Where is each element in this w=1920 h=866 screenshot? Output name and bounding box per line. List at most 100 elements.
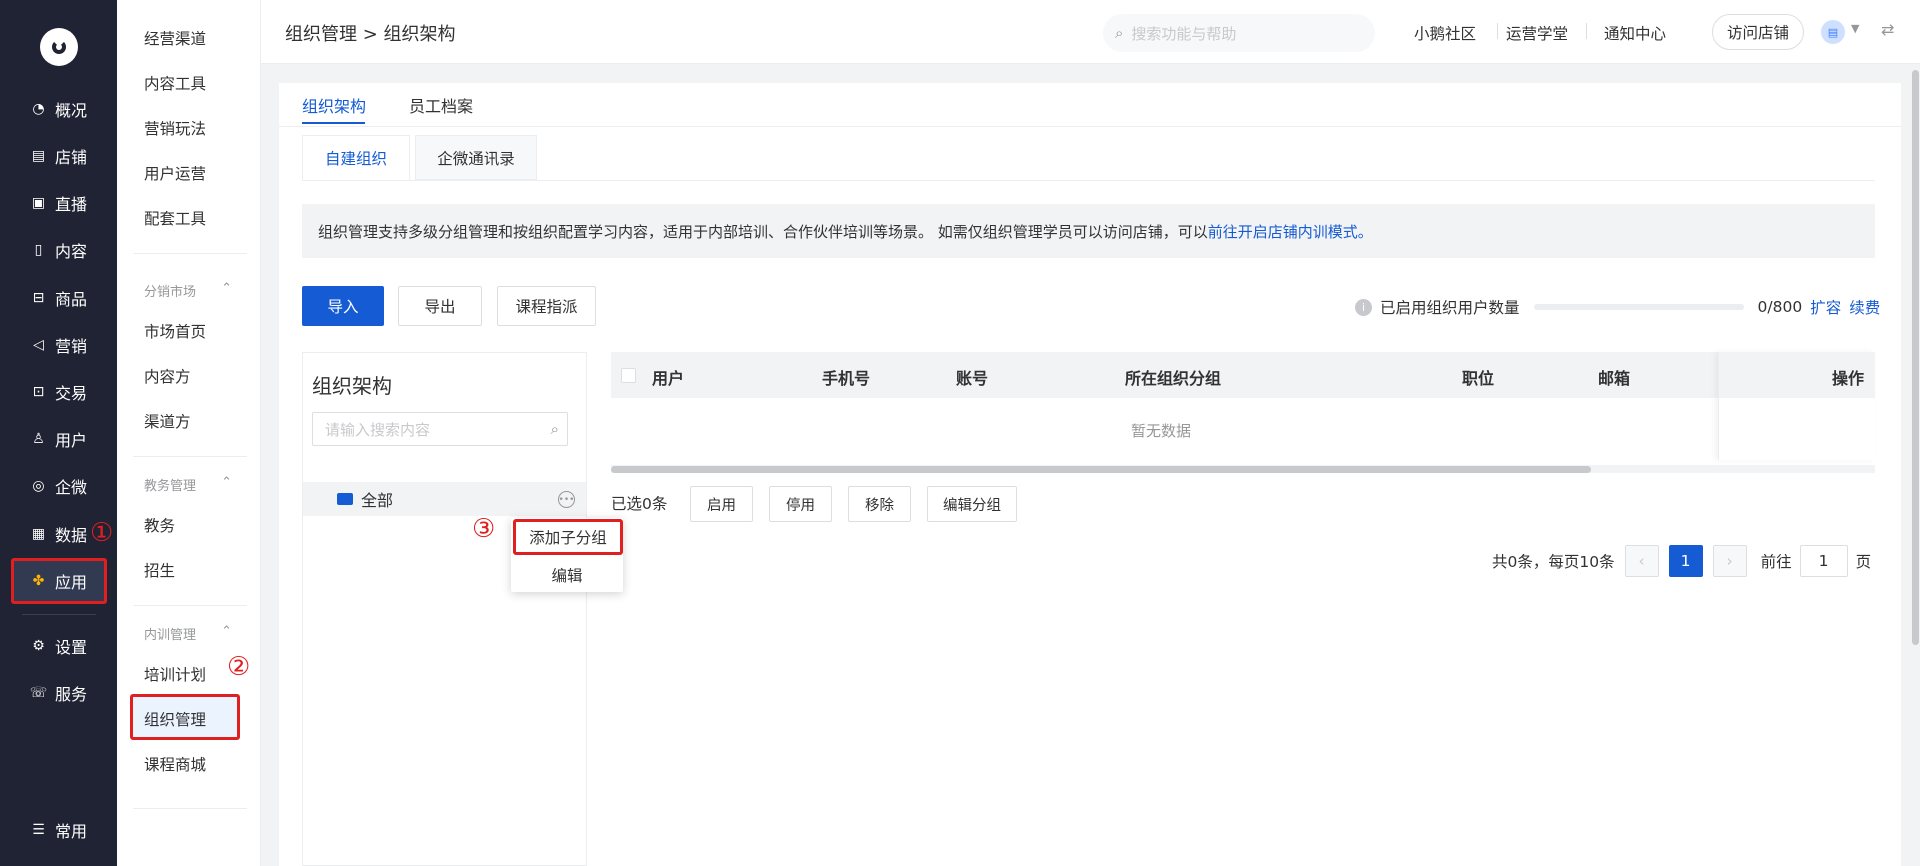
- export-button[interactable]: 导出: [398, 286, 482, 326]
- nav2-group-header[interactable]: 教务管理 ⌃: [144, 475, 232, 494]
- nav-item-trade[interactable]: ⊡ 交易: [30, 377, 114, 407]
- nav-item-apps[interactable]: ✤ 应用: [30, 566, 114, 596]
- nav-item-goods[interactable]: ⊟ 商品: [30, 283, 114, 313]
- column-header-position: 职位: [1462, 369, 1495, 388]
- nav-label: 概况: [55, 101, 88, 120]
- add-subgroup-menu-item[interactable]: 添加子分组: [513, 519, 623, 555]
- nav-label: 商品: [55, 290, 88, 309]
- tab-org-structure[interactable]: 组织架构: [302, 93, 366, 117]
- nav2-item[interactable]: 营销玩法: [144, 117, 206, 139]
- nav-label: 直播: [55, 195, 88, 214]
- nav-item-overview[interactable]: ◔ 概况: [30, 94, 114, 124]
- quota-label: 已启用组织用户数量: [1380, 299, 1520, 317]
- academy-link[interactable]: 运营学堂: [1506, 22, 1568, 44]
- assign-course-button[interactable]: 课程指派: [497, 286, 596, 326]
- search-icon: ⌕: [1115, 24, 1124, 42]
- nav-item-content[interactable]: ▯ 内容: [30, 235, 114, 265]
- nav2-item[interactable]: 市场首页: [144, 320, 206, 342]
- import-button[interactable]: 导入: [302, 286, 384, 326]
- next-page-button[interactable]: ›: [1712, 545, 1747, 577]
- table-scrollbar-thumb[interactable]: [611, 466, 1591, 473]
- nav2-item[interactable]: 招生: [144, 559, 175, 581]
- gear-icon: ⚙: [32, 638, 45, 654]
- search-input[interactable]: ⌕ 搜索功能与帮助: [1103, 14, 1375, 52]
- info-notice: 组织管理支持多级分组管理和按组织配置学习内容，适用于内部培训、合作伙伴培训等场景…: [302, 204, 1875, 258]
- nav2-item[interactable]: 内容方: [144, 365, 191, 387]
- nav2-group-header[interactable]: 内训管理 ⌃: [144, 624, 232, 643]
- nav-item-service[interactable]: ☏ 服务: [30, 678, 114, 708]
- selected-count: 已选0条: [611, 495, 668, 513]
- chart-pie-icon: ◔: [32, 101, 45, 117]
- more-options-icon[interactable]: •••: [558, 491, 575, 508]
- nav-label: 内容: [55, 242, 88, 261]
- nav2-item[interactable]: 内容工具: [144, 72, 206, 94]
- nav-item-store[interactable]: ▤ 店铺: [30, 141, 114, 171]
- enable-button[interactable]: 启用: [690, 486, 753, 522]
- quota-progress-bar: [1533, 304, 1744, 310]
- subtab-wecom-contacts[interactable]: 企微通讯录: [415, 135, 537, 180]
- search-icon: ⌕: [550, 420, 559, 438]
- switch-icon[interactable]: ⇄: [1881, 20, 1894, 39]
- nav2-item[interactable]: 用户运营: [144, 162, 206, 184]
- app-logo[interactable]: [40, 28, 78, 66]
- goto-page-input[interactable]: 1: [1799, 545, 1848, 577]
- nav2-item[interactable]: 配套工具: [144, 207, 206, 229]
- column-header-group: 所在组织分组: [1125, 369, 1222, 388]
- divider: [1586, 23, 1587, 39]
- nav-item-wecom[interactable]: ◎ 企微: [30, 471, 114, 501]
- column-header-actions: 操作: [1832, 369, 1865, 388]
- tree-search-input[interactable]: 请输入搜索内容 ⌕: [312, 412, 568, 446]
- expand-link[interactable]: 扩容: [1810, 296, 1841, 318]
- visit-store-button[interactable]: 访问店铺: [1712, 14, 1804, 50]
- tab-employee-records[interactable]: 员工档案: [409, 93, 473, 117]
- nav2-divider: [133, 253, 247, 254]
- community-link[interactable]: 小鹅社区: [1414, 22, 1476, 44]
- chevron-up-icon: ⌃: [221, 624, 232, 639]
- nav2-group-title: 内训管理: [144, 628, 197, 643]
- enable-training-mode-link[interactable]: 前往开启店铺内训模式。: [1208, 221, 1373, 242]
- list-icon: ☰: [32, 822, 45, 838]
- select-all-checkbox[interactable]: [621, 368, 636, 383]
- prev-page-button[interactable]: ‹: [1624, 545, 1659, 577]
- page-scrollbar-thumb[interactable]: [1912, 70, 1919, 645]
- nav2-group-header[interactable]: 分销市场 ⌃: [144, 281, 232, 300]
- nav-label: 用户: [55, 431, 88, 450]
- remove-button[interactable]: 移除: [848, 486, 911, 522]
- edit-menu-item[interactable]: 编辑: [511, 561, 623, 589]
- nav-label: 营销: [55, 337, 88, 356]
- nav2-item[interactable]: 课程商城: [144, 753, 206, 775]
- nav2-group-title: 分销市场: [144, 285, 197, 300]
- tab-divider: [279, 126, 1901, 127]
- nav2-item-active-label: 组织管理: [144, 711, 207, 729]
- renew-link[interactable]: 续费: [1849, 296, 1880, 318]
- page-number[interactable]: 1: [1668, 545, 1703, 577]
- tree-title: 组织架构: [312, 374, 392, 398]
- nav2-item[interactable]: 教务: [144, 514, 175, 536]
- megaphone-icon: ◁: [33, 337, 44, 353]
- step-marker-3: ③: [472, 514, 496, 544]
- tab-active-indicator: [302, 122, 365, 124]
- store-avatar[interactable]: ▤: [1821, 20, 1845, 44]
- tree-node-all[interactable]: 全部: [303, 482, 586, 516]
- nav2-item[interactable]: 经营渠道: [144, 27, 206, 49]
- notification-link[interactable]: 通知中心: [1604, 22, 1666, 44]
- nav2-item[interactable]: 培训计划: [144, 663, 206, 685]
- nav-item-users[interactable]: ♙ 用户: [30, 424, 114, 454]
- caret-down-icon[interactable]: ▼: [1851, 22, 1859, 35]
- breadcrumb: 组织管理 > 组织架构: [285, 24, 456, 45]
- column-header-email: 邮箱: [1598, 369, 1631, 388]
- info-icon[interactable]: i: [1355, 298, 1372, 316]
- nav-item-live[interactable]: ▣ 直播: [30, 188, 114, 218]
- column-header-user: 用户: [652, 369, 685, 388]
- nav-item-settings[interactable]: ⚙ 设置: [30, 631, 114, 661]
- subtab-self-built[interactable]: 自建组织: [302, 135, 410, 180]
- nav-item-marketing[interactable]: ◁ 营销: [30, 330, 114, 360]
- disable-button[interactable]: 停用: [769, 486, 832, 522]
- goto-label: 前往: [1760, 553, 1792, 571]
- store-icon: ▤: [31, 148, 46, 164]
- nav2-item[interactable]: 渠道方: [144, 410, 191, 432]
- nav-item-favorites[interactable]: ☰ 常用: [30, 815, 114, 845]
- data-icon: ▦: [31, 526, 46, 542]
- edit-group-button[interactable]: 编辑分组: [927, 486, 1017, 522]
- apps-icon: ✤: [32, 573, 45, 589]
